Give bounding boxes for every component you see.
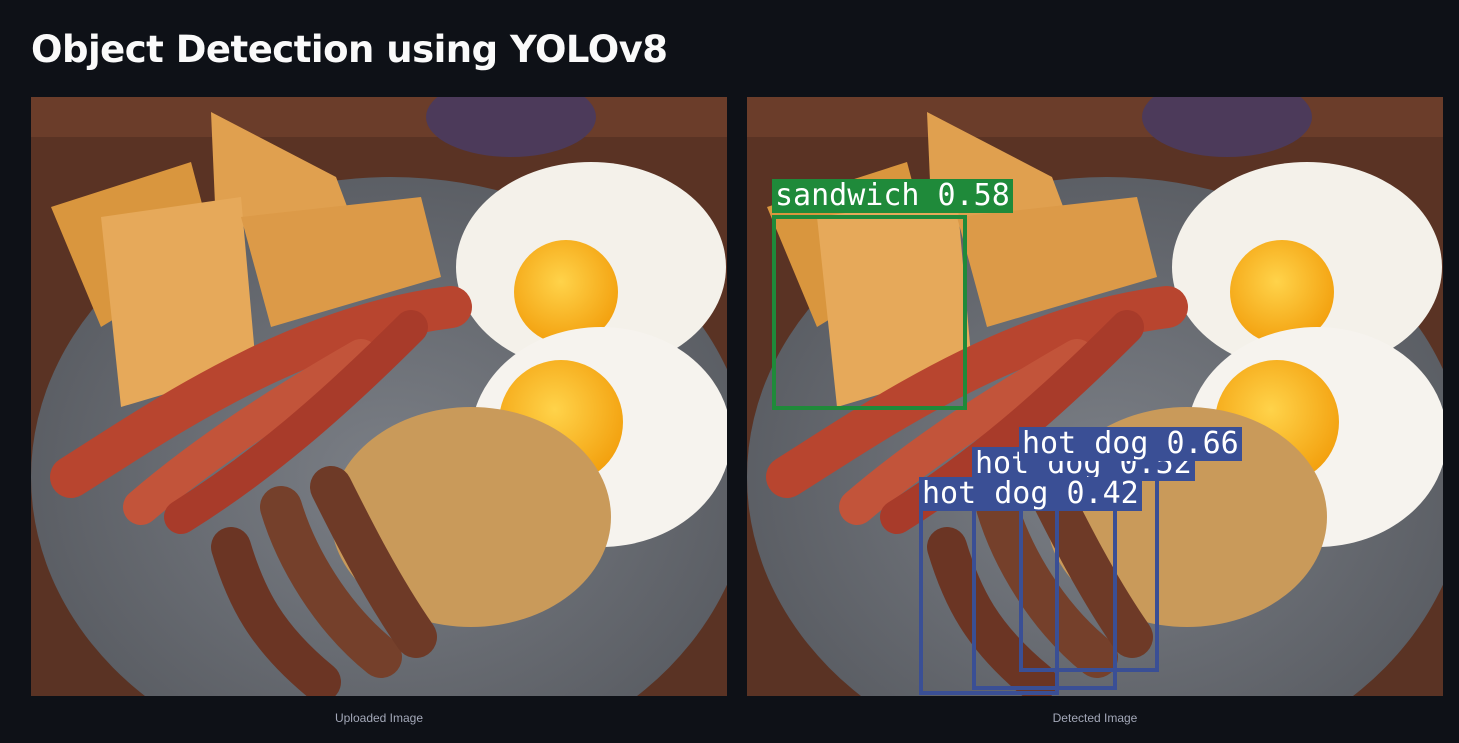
detected-image-figure: sandwich 0.58 hot dog 0.52 hot dog 0.66 … [747, 97, 1443, 725]
detection-label-hot-dog-1: hot dog 0.66 [1019, 427, 1242, 461]
detection-box-sandwich [772, 215, 967, 410]
detected-image-caption: Detected Image [1052, 711, 1138, 725]
page-title: Object Detection using YOLOv8 [31, 28, 668, 71]
detection-box-hot-dog-3 [919, 507, 1059, 695]
uploaded-image-figure: Uploaded Image [31, 97, 727, 725]
detected-image: sandwich 0.58 hot dog 0.52 hot dog 0.66 … [747, 97, 1443, 696]
breakfast-photo [31, 97, 727, 696]
uploaded-image-caption: Uploaded Image [334, 711, 424, 725]
detection-label-sandwich: sandwich 0.58 [772, 179, 1013, 213]
detection-label-hot-dog-3: hot dog 0.42 [919, 477, 1142, 511]
uploaded-image [31, 97, 727, 696]
